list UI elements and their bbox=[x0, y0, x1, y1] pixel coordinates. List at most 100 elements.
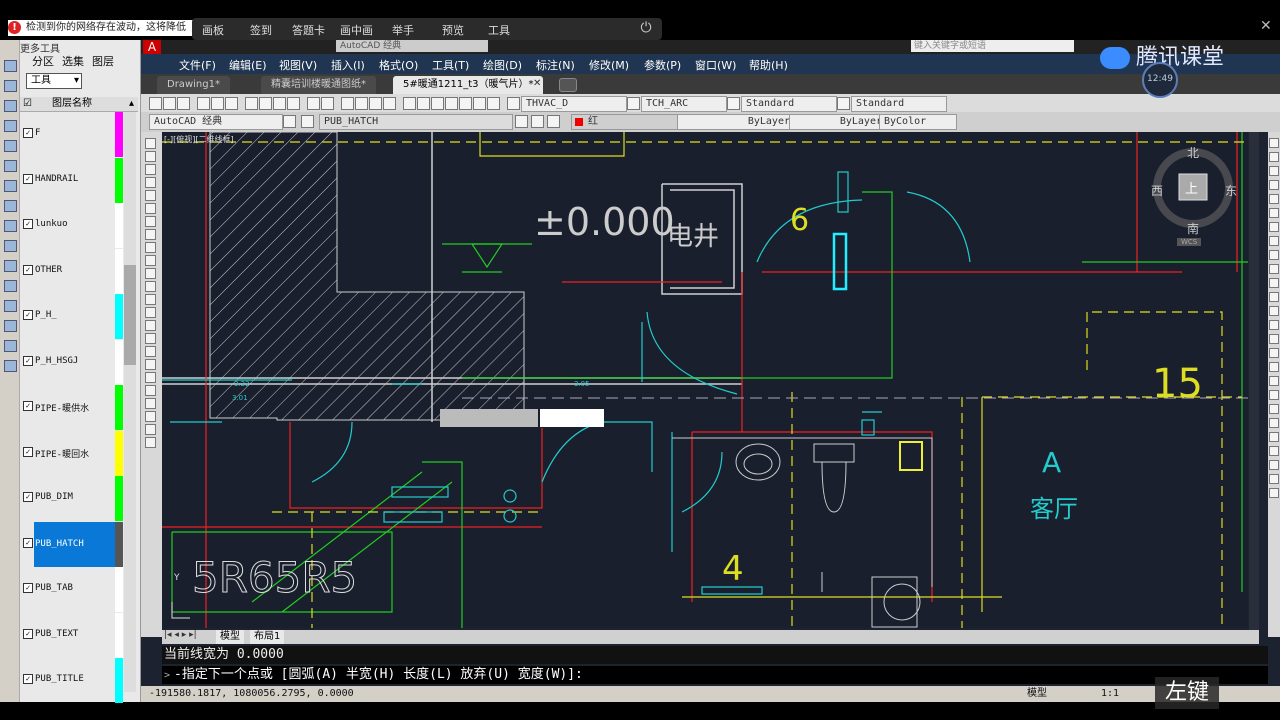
zoom-icon[interactable] bbox=[355, 97, 368, 110]
modify-tool-icon[interactable] bbox=[1269, 390, 1279, 400]
layer-list-scrollbar[interactable] bbox=[124, 112, 136, 692]
properties-icon[interactable] bbox=[403, 97, 416, 110]
layer-row[interactable]: ✓ F bbox=[20, 112, 124, 157]
tool-icon[interactable] bbox=[4, 60, 17, 72]
copy-icon[interactable] bbox=[259, 97, 272, 110]
layer-color-swatch[interactable] bbox=[115, 203, 123, 248]
draw-tool-icon[interactable] bbox=[145, 398, 156, 409]
tool-palette-icon[interactable] bbox=[431, 97, 444, 110]
menu-file[interactable]: 文件(F) bbox=[179, 57, 216, 73]
new-tab-icon[interactable] bbox=[559, 78, 577, 92]
draw-tool-icon[interactable] bbox=[145, 242, 156, 253]
layer-row[interactable]: ✓ PUB_TITLE bbox=[20, 658, 124, 703]
layer-row[interactable]: ✓ PUB_HATCH bbox=[20, 521, 124, 567]
tab-layers[interactable]: 图层 bbox=[92, 53, 114, 69]
search-input[interactable]: 键入关键字或短语 bbox=[911, 40, 1074, 52]
layer-row[interactable]: ✓ P_H_HSGJ bbox=[20, 339, 124, 385]
tool-icon[interactable] bbox=[4, 280, 17, 292]
layer-visibility-checkbox[interactable]: ✓ bbox=[23, 219, 33, 229]
tool-icon[interactable] bbox=[4, 240, 17, 252]
chevron-up-icon[interactable]: ▴ bbox=[129, 97, 134, 111]
lineweight-select[interactable]: ByLayer bbox=[789, 114, 887, 130]
layer-row[interactable]: ✓ PUB_TEXT bbox=[20, 612, 124, 658]
draw-tool-icon[interactable] bbox=[145, 385, 156, 396]
layer-row[interactable]: ✓ PIPE-暖供水 bbox=[20, 385, 124, 430]
modify-tool-icon[interactable] bbox=[1269, 222, 1279, 232]
draw-tool-icon[interactable] bbox=[145, 255, 156, 266]
command-line[interactable]: > -指定下一个点或 [圆弧(A) 半宽(H) 长度(L) 放弃(U) 宽度(W)… bbox=[162, 666, 1268, 684]
draw-tool-icon[interactable] bbox=[145, 229, 156, 240]
match-icon[interactable] bbox=[287, 97, 300, 110]
modify-tool-icon[interactable] bbox=[1269, 138, 1279, 148]
markup-icon[interactable] bbox=[459, 97, 472, 110]
layer-visibility-checkbox[interactable]: ✓ bbox=[23, 128, 33, 138]
publish-icon[interactable] bbox=[225, 97, 238, 110]
draw-tool-icon[interactable] bbox=[145, 346, 156, 357]
viewcube[interactable]: 北 南 东 西 上 WCS bbox=[1151, 142, 1249, 252]
tool-icon[interactable] bbox=[4, 300, 17, 312]
tab-layout1[interactable]: 布局1 bbox=[250, 630, 285, 644]
modify-tool-icon[interactable] bbox=[1269, 292, 1279, 302]
layer-visibility-checkbox[interactable]: ✓ bbox=[23, 355, 33, 366]
menu-edit[interactable]: 编辑(E) bbox=[229, 57, 267, 73]
meeting-btn-preview[interactable]: 预览 bbox=[442, 22, 464, 38]
tool-icon[interactable] bbox=[4, 120, 17, 132]
compass-north[interactable]: 北 bbox=[1187, 144, 1199, 161]
draw-tool-icon[interactable] bbox=[145, 424, 156, 435]
meeting-btn-whiteboard[interactable]: 画板 bbox=[202, 22, 224, 38]
close-tab-icon[interactable]: ✕ bbox=[533, 78, 541, 89]
layer-previous-icon[interactable] bbox=[531, 115, 544, 128]
layer-visibility-checkbox[interactable]: ✓ bbox=[23, 310, 33, 320]
menu-window[interactable]: 窗口(W) bbox=[695, 57, 736, 73]
menu-format[interactable]: 格式(O) bbox=[379, 57, 418, 73]
layer-row[interactable]: ✓ OTHER bbox=[20, 248, 124, 294]
autocad-logo[interactable]: A bbox=[143, 40, 161, 54]
modify-tool-icon[interactable] bbox=[1269, 320, 1279, 330]
layer-color-swatch[interactable] bbox=[115, 339, 123, 385]
draw-tool-icon[interactable] bbox=[145, 307, 156, 318]
layer-color-swatch[interactable] bbox=[115, 157, 123, 203]
draw-tool-icon[interactable] bbox=[145, 359, 156, 370]
preview-icon[interactable] bbox=[211, 97, 224, 110]
layer-color-swatch[interactable] bbox=[115, 294, 123, 339]
layer-visibility-checkbox[interactable]: ✓ bbox=[23, 492, 33, 502]
layer-visibility-checkbox[interactable]: ✓ bbox=[23, 264, 33, 275]
drawing-canvas[interactable]: ±0.000 电井 客厅 A 15 6 4 3.22 3.01 3.05 5R6… bbox=[162, 132, 1248, 628]
paste-icon[interactable] bbox=[273, 97, 286, 110]
layer-row[interactable]: ✓ PUB_TAB bbox=[20, 567, 124, 612]
design-center-icon[interactable] bbox=[417, 97, 430, 110]
layer-visibility-checkbox[interactable]: ✓ bbox=[23, 401, 33, 411]
undo-icon[interactable] bbox=[307, 97, 320, 110]
modify-tool-icon[interactable] bbox=[1269, 474, 1279, 484]
mleader-style-icon[interactable] bbox=[837, 97, 850, 110]
modify-tool-icon[interactable] bbox=[1269, 166, 1279, 176]
draw-tool-icon[interactable] bbox=[145, 320, 156, 331]
tool-icon[interactable] bbox=[4, 100, 17, 112]
meeting-btn-quiz[interactable]: 答题卡 bbox=[292, 22, 325, 38]
modify-tool-icon[interactable] bbox=[1269, 236, 1279, 246]
draw-tool-icon[interactable] bbox=[145, 216, 156, 227]
layer-color-swatch[interactable] bbox=[115, 112, 123, 157]
save-icon[interactable] bbox=[177, 97, 190, 110]
annotation-scale[interactable]: 1:1 bbox=[1101, 686, 1119, 702]
tool-icon[interactable] bbox=[4, 320, 17, 332]
vertical-scrollbar[interactable] bbox=[1249, 132, 1259, 637]
draw-tool-icon[interactable] bbox=[145, 151, 156, 162]
tool-icon[interactable] bbox=[4, 260, 17, 272]
workspace-settings-icon[interactable] bbox=[283, 115, 296, 128]
menu-help[interactable]: 帮助(H) bbox=[749, 57, 788, 73]
layer-list-scroll-thumb[interactable] bbox=[124, 265, 136, 365]
color-select[interactable]: 红 bbox=[571, 114, 685, 130]
draw-tool-icon[interactable] bbox=[145, 294, 156, 305]
mleader-style-select[interactable]: Standard bbox=[851, 96, 947, 112]
modify-tool-icon[interactable] bbox=[1269, 278, 1279, 288]
menu-parametric[interactable]: 参数(P) bbox=[644, 57, 681, 73]
text-style-select[interactable]: THVAC_D bbox=[521, 96, 627, 112]
zoom-window-icon[interactable] bbox=[369, 97, 382, 110]
modify-tool-icon[interactable] bbox=[1269, 376, 1279, 386]
viewport-controls[interactable]: [-][俯视][二维线框] bbox=[164, 134, 234, 145]
draw-tool-icon[interactable] bbox=[145, 177, 156, 188]
draw-tool-icon[interactable] bbox=[145, 372, 156, 383]
menu-view[interactable]: 视图(V) bbox=[279, 57, 317, 73]
tool-icon[interactable] bbox=[4, 160, 17, 172]
